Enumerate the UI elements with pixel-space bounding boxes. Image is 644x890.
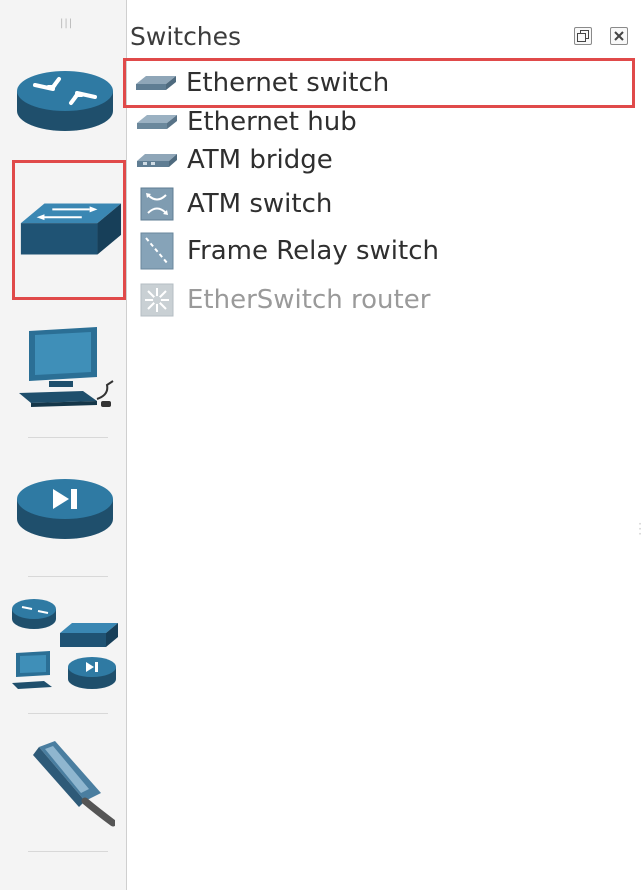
switches-panel: Switches Ethernet switch Ethernet hub AT…: [123, 0, 644, 890]
list-item-atm-switch[interactable]: ATM switch: [127, 184, 637, 224]
list-item-label: Ethernet hub: [187, 107, 357, 137]
list-item-label: ATM switch: [187, 189, 333, 219]
all-devices-icon: [12, 599, 118, 689]
computer-icon: [19, 327, 114, 407]
list-item-ethernet-switch[interactable]: Ethernet switch: [123, 58, 635, 108]
toolbar-security-devices-button[interactable]: [10, 458, 120, 558]
toolbar-separator: [28, 851, 108, 852]
frame-relay-switch-icon: [140, 232, 174, 270]
device-toolbar: |||: [0, 0, 127, 890]
switch-icon: [20, 203, 122, 255]
panel-title: Switches: [130, 22, 242, 51]
ethernet-hub-icon: [137, 115, 177, 129]
list-item-label: Frame Relay switch: [187, 236, 439, 266]
list-item-atm-bridge[interactable]: ATM bridge: [127, 140, 637, 180]
toolbar-separator: [28, 713, 108, 714]
list-item-label: Ethernet switch: [186, 68, 390, 98]
list-item-label: ATM bridge: [187, 145, 333, 175]
float-icon: [577, 30, 589, 42]
toolbar-switches-button[interactable]: [12, 160, 126, 300]
toolbar-grip-icon[interactable]: |||: [60, 18, 73, 29]
list-item-frame-relay-switch[interactable]: Frame Relay switch: [127, 230, 637, 272]
cable-icon: [33, 741, 115, 827]
toolbar-add-link-button[interactable]: [10, 732, 120, 832]
panel-close-button[interactable]: [610, 27, 628, 45]
router-icon: [17, 71, 113, 131]
list-item-label: EtherSwitch router: [187, 285, 431, 315]
ethernet-switch-icon: [136, 76, 176, 90]
panel-float-button[interactable]: [574, 27, 592, 45]
toolbar-separator: [28, 437, 108, 438]
etherswitch-router-icon: [140, 283, 174, 317]
panel-resize-handle[interactable]: · · ·: [638, 518, 642, 540]
toolbar-separator: [28, 576, 108, 577]
toolbar-end-devices-button[interactable]: [10, 318, 120, 418]
atm-bridge-icon: [137, 154, 177, 167]
security-device-icon: [17, 479, 113, 539]
list-item-etherswitch-router[interactable]: EtherSwitch router: [127, 280, 637, 320]
toolbar-routers-button[interactable]: [10, 55, 120, 145]
atm-switch-icon: [140, 187, 174, 221]
list-item-ethernet-hub[interactable]: Ethernet hub: [127, 102, 637, 142]
close-icon: [614, 31, 624, 41]
toolbar-all-devices-button[interactable]: [10, 592, 120, 702]
